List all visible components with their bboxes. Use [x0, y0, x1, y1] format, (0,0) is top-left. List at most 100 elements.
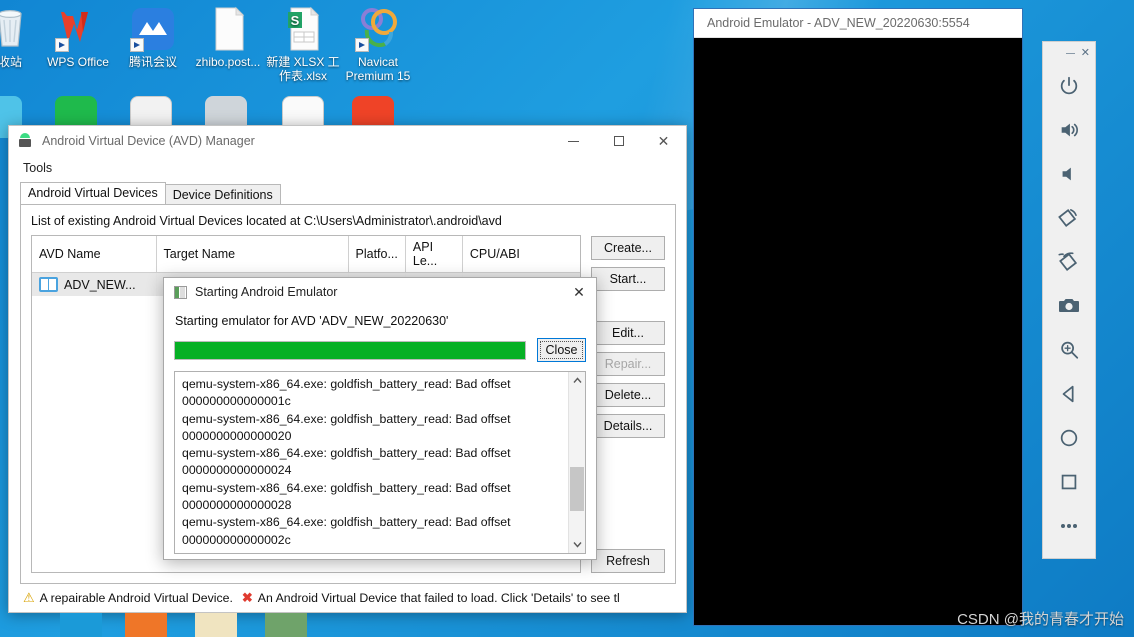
window-controls: ✕ [551, 126, 686, 156]
scroll-up-icon[interactable] [569, 372, 585, 389]
emulator-dialog-icon [174, 285, 187, 299]
desktop-icon-label: 新建 XLSX 工作表.xlsx [266, 55, 340, 83]
dialog-title-bar: Starting Android Emulator ✕ [164, 278, 596, 306]
recycle-bin-icon [0, 6, 33, 52]
log-output-container: qemu-system-x86_64.exe: goldfish_battery… [174, 371, 586, 554]
maximize-button[interactable] [596, 126, 641, 156]
power-icon[interactable] [1043, 64, 1095, 108]
android-icon [18, 133, 34, 149]
column-header-cpu-abi[interactable]: CPU/ABI [462, 236, 580, 273]
column-header-api-level[interactable]: API Le... [405, 236, 463, 273]
volume-down-icon[interactable] [1043, 152, 1095, 196]
emulator-minimize-icon[interactable] [1065, 52, 1075, 54]
start-button[interactable]: Start... [591, 267, 665, 291]
dialog-title-text: Starting Android Emulator [195, 285, 338, 299]
refresh-button[interactable]: Refresh [591, 549, 665, 573]
tab-android-virtual-devices[interactable]: Android Virtual Devices [20, 182, 166, 204]
shortcut-overlay-icon [355, 38, 369, 52]
close-button[interactable]: ✕ [641, 126, 686, 156]
emulator-close-icon[interactable]: ✕ [1081, 47, 1090, 59]
emulator-toolbar: ✕ [1042, 41, 1096, 559]
action-button-column: Create... Start... Edit... Repair... Del… [591, 235, 665, 573]
scrollbar-track[interactable] [569, 389, 585, 536]
desktop-icon-label: Navicat Premium 15 [345, 55, 411, 83]
delete-button[interactable]: Delete... [591, 383, 665, 407]
home-icon[interactable] [1043, 416, 1095, 460]
log-line: qemu-system-x86_64.exe: goldfish_battery… [182, 411, 511, 443]
overview-icon[interactable] [1043, 460, 1095, 504]
wps-office-icon [55, 6, 101, 52]
navicat-icon [355, 6, 401, 52]
column-header-platform[interactable]: Platfo... [348, 236, 406, 273]
zoom-icon[interactable] [1043, 328, 1095, 372]
minimize-button[interactable] [551, 126, 596, 156]
desktop-icon-xlsx[interactable]: S 新建 XLSX 工作表.xlsx [265, 6, 341, 83]
refresh-button-wrapper: Refresh [591, 549, 665, 573]
csdn-watermark: CSDN @我的青春才开始 [957, 611, 1124, 628]
tab-device-definitions[interactable]: Device Definitions [164, 184, 281, 205]
log-line: qemu-system-x86_64.exe: goldfish_battery… [182, 377, 511, 409]
dialog-body: Starting emulator for AVD 'ADV_NEW_20220… [164, 306, 596, 563]
more-icon[interactable] [1043, 504, 1095, 548]
avd-manager-title-text: Android Virtual Device (AVD) Manager [42, 134, 255, 148]
xlsx-file-icon: S [280, 6, 326, 52]
avd-name-text: ADV_NEW... [64, 278, 136, 292]
emulator-screen[interactable] [694, 39, 1022, 625]
desktop-root: 收站 WPS Office 腾讯会议 zhibo.post... S 新建 XL… [0, 0, 1134, 637]
rotate-left-icon[interactable] [1043, 196, 1095, 240]
progress-row: Close [174, 338, 586, 362]
desktop-icon-label: zhibo.post... [195, 55, 261, 69]
device-icon [39, 277, 58, 292]
svg-text:S: S [291, 13, 300, 28]
camera-icon[interactable] [1043, 284, 1095, 328]
log-line: qemu-system-x86_64.exe: goldfish_battery… [182, 446, 511, 478]
edit-button[interactable]: Edit... [591, 321, 665, 345]
starting-emulator-dialog[interactable]: Starting Android Emulator ✕ Starting emu… [163, 277, 597, 560]
warning-icon: ⚠ [23, 590, 35, 605]
avd-manager-title-bar: Android Virtual Device (AVD) Manager ✕ [9, 126, 686, 156]
column-header-avd-name[interactable]: AVD Name [32, 236, 157, 273]
rotate-right-icon[interactable] [1043, 240, 1095, 284]
status-warning-text: A repairable Android Virtual Device. [39, 591, 233, 605]
log-output-text[interactable]: qemu-system-x86_64.exe: goldfish_battery… [175, 372, 568, 553]
emulator-toolbar-window-buttons: ✕ [1043, 42, 1095, 64]
status-error-text: An Android Virtual Device that failed to… [257, 591, 620, 605]
menu-item-tools[interactable]: Tools [18, 159, 57, 177]
desktop-icon-label: WPS Office [47, 55, 109, 69]
taskbar-item-notes[interactable] [195, 613, 237, 637]
scroll-down-icon[interactable] [569, 536, 585, 553]
create-button[interactable]: Create... [591, 236, 665, 260]
desktop-icon-navicat[interactable]: Navicat Premium 15 [340, 6, 416, 83]
menu-bar: Tools [9, 156, 686, 180]
android-emulator-window[interactable]: Android Emulator - ADV_NEW_20220630:5554 [693, 8, 1023, 626]
taskbar-item-photo[interactable] [265, 613, 307, 637]
log-line: qemu-system-x86_64.exe: goldfish_battery… [182, 515, 511, 547]
taskbar-item-qq[interactable] [60, 613, 102, 637]
log-line: qemu-system-x86_64.exe: goldfish_battery… [182, 480, 511, 513]
generic-file-icon [205, 6, 251, 52]
dialog-close-button[interactable]: Close [537, 338, 586, 362]
volume-up-icon[interactable] [1043, 108, 1095, 152]
details-button[interactable]: Details... [591, 414, 665, 438]
status-bar: ⚠ A repairable Android Virtual Device. ✖… [9, 584, 686, 612]
desktop-icon-zhibo-post[interactable]: zhibo.post... [190, 6, 266, 69]
taskbar-item-app[interactable] [125, 613, 167, 637]
shortcut-overlay-icon [130, 38, 144, 52]
tencent-meeting-icon [130, 6, 176, 52]
dialog-close-icon[interactable]: ✕ [562, 278, 596, 306]
table-header-row: AVD Name Target Name Platfo... API Le...… [32, 236, 580, 273]
emulator-title-bar: Android Emulator - ADV_NEW_20220630:5554 [694, 9, 1022, 38]
close-icon: ✕ [657, 133, 670, 149]
back-icon[interactable] [1043, 372, 1095, 416]
log-scrollbar[interactable] [568, 372, 585, 553]
dialog-message: Starting emulator for AVD 'ADV_NEW_20220… [175, 314, 449, 328]
column-header-target-name[interactable]: Target Name [156, 236, 349, 273]
repair-button: Repair... [591, 352, 665, 376]
shortcut-overlay-icon [55, 38, 69, 52]
desktop-icon-tencent-meeting[interactable]: 腾讯会议 [115, 6, 191, 69]
scrollbar-thumb[interactable] [570, 466, 584, 511]
desktop-icon-wps-office[interactable]: WPS Office [40, 6, 116, 69]
emulator-title-text: Android Emulator - ADV_NEW_20220630:5554 [707, 16, 970, 30]
error-icon: ✖ [241, 590, 253, 605]
desktop-icon-label: 腾讯会议 [128, 55, 177, 69]
